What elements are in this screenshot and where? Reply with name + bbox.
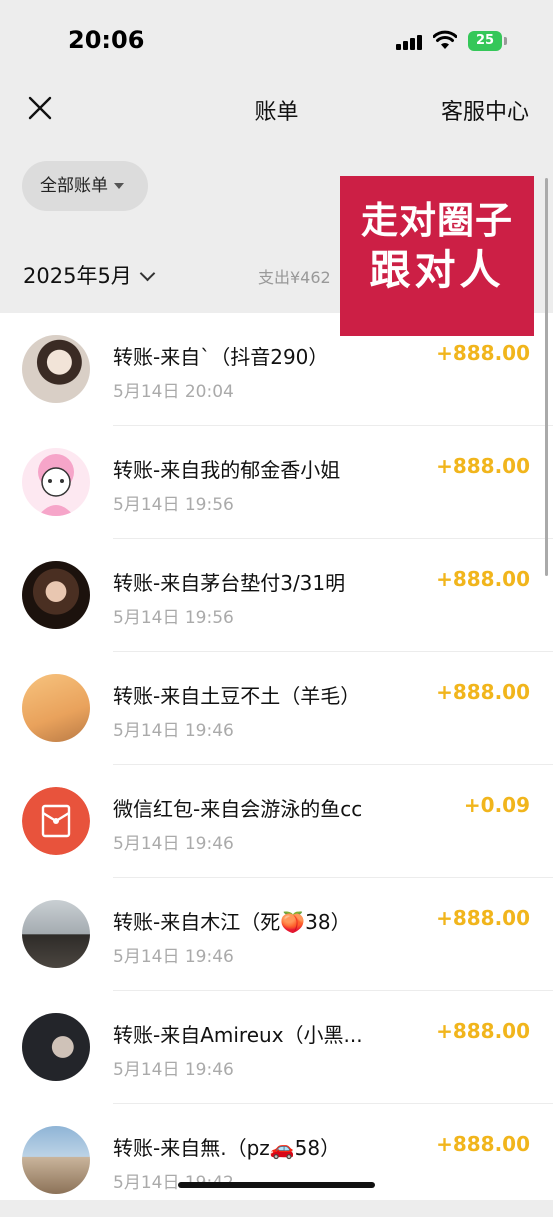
bill-filter-label: 全部账单 [40, 176, 108, 196]
transaction-amount: +888.00 [436, 1019, 530, 1043]
caret-down-icon [114, 183, 124, 189]
overlay-sticker: 走对圈子 跟对人 [340, 176, 534, 336]
transaction-title: 转账-来自無.（pz🚗58） [113, 1136, 341, 1160]
transaction-amount: +888.00 [436, 454, 530, 478]
red-packet-icon [22, 787, 90, 855]
transaction-date: 5月14日 19:42 [113, 1173, 234, 1193]
transaction-title: 转账-来自我的郁金香小姐 [113, 458, 341, 482]
battery-icon: 25 [468, 31, 502, 51]
transaction-amount: +888.00 [436, 680, 530, 704]
transaction-date: 5月14日 20:04 [113, 382, 234, 402]
month-label: 2025年5月 [23, 264, 132, 288]
transaction-date: 5月14日 19:46 [113, 1060, 234, 1080]
transaction-title: 转账-来自茅台垫付3/31明 [113, 571, 346, 595]
transaction-title: 微信红包-来自会游泳的鱼cc [113, 797, 363, 821]
transaction-row[interactable]: 转账-来自土豆不土（羊毛） 5月14日 19:46 +888.00 [0, 652, 553, 765]
avatar [22, 900, 90, 968]
bill-filter-button[interactable]: 全部账单 [22, 161, 148, 211]
transaction-amount: +888.00 [436, 341, 530, 365]
transaction-title: 转账-来自`（抖音290） [113, 345, 329, 369]
transaction-amount: +0.09 [463, 793, 530, 817]
transaction-title: 转账-来自土豆不土（羊毛） [113, 684, 361, 708]
battery-nub [504, 37, 507, 45]
transaction-row[interactable]: 转账-来自木江（死🍑38） 5月14日 19:46 +888.00 [0, 878, 553, 991]
transaction-date: 5月14日 19:56 [113, 495, 234, 515]
transaction-amount: +888.00 [436, 1132, 530, 1156]
chevron-down-icon [139, 265, 156, 282]
nav-bar: 账单 客服中心 [0, 80, 553, 140]
home-indicator[interactable] [178, 1182, 375, 1188]
wifi-icon [433, 30, 457, 49]
avatar [22, 1126, 90, 1194]
transaction-row[interactable]: 转账-来自無.（pz🚗58） 5月14日 19:42 +888.00 [0, 1104, 553, 1217]
avatar [22, 674, 90, 742]
status-time: 20:06 [68, 26, 145, 54]
avatar [22, 448, 90, 516]
transaction-date: 5月14日 19:46 [113, 834, 234, 854]
expense-total: 支出¥462 [258, 268, 331, 287]
transaction-list: 转账-来自`（抖音290） 5月14日 20:04 +888.00 转账-来自我… [0, 313, 553, 1200]
scrollbar[interactable] [545, 178, 548, 576]
overlay-line1: 走对圈子 [361, 199, 513, 242]
status-bar: 20:06 25 [0, 0, 553, 80]
month-selector[interactable]: 2025年5月 [23, 260, 156, 290]
customer-service-link[interactable]: 客服中心 [441, 94, 529, 126]
avatar [22, 335, 90, 403]
transaction-date: 5月14日 19:46 [113, 721, 234, 741]
transaction-row[interactable]: 转账-来自Amireux（小黑... 5月14日 19:46 +888.00 [0, 991, 553, 1104]
avatar [22, 561, 90, 629]
overlay-line2: 跟对人 [369, 246, 505, 294]
avatar [22, 1013, 90, 1081]
transaction-title: 转账-来自木江（死🍑38） [113, 910, 351, 934]
signal-icon [396, 34, 424, 50]
transaction-row[interactable]: 转账-来自我的郁金香小姐 5月14日 19:56 +888.00 [0, 426, 553, 539]
transaction-date: 5月14日 19:46 [113, 947, 234, 967]
transaction-title: 转账-来自Amireux（小黑... [113, 1023, 363, 1047]
transaction-amount: +888.00 [436, 567, 530, 591]
transaction-row[interactable]: 微信红包-来自会游泳的鱼cc 5月14日 19:46 +0.09 [0, 765, 553, 878]
transaction-date: 5月14日 19:56 [113, 608, 234, 628]
transaction-row[interactable]: 转账-来自茅台垫付3/31明 5月14日 19:56 +888.00 [0, 539, 553, 652]
transaction-amount: +888.00 [436, 906, 530, 930]
